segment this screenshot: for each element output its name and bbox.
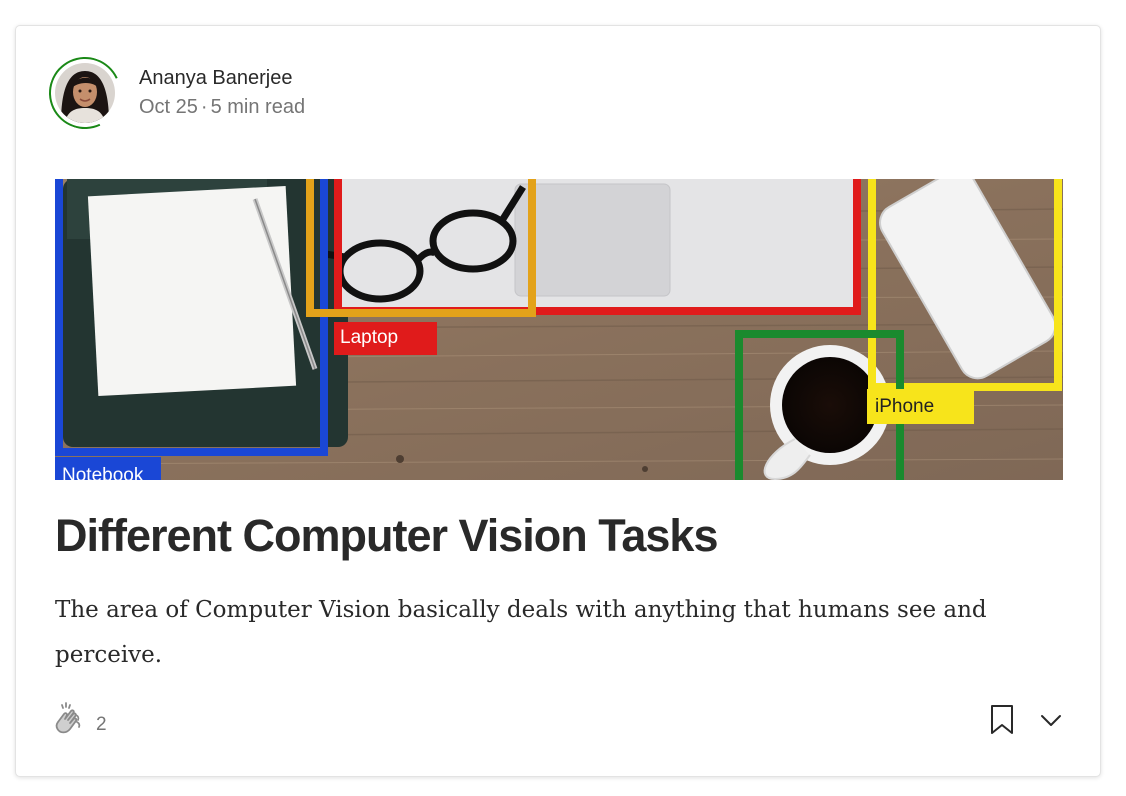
post-date[interactable]: Oct 25 — [139, 96, 198, 118]
iphone-label: iPhone — [875, 396, 934, 417]
author-name[interactable]: Ananya Banerjee — [139, 64, 305, 92]
article-hero-image[interactable]: Notebook Laptop iPhone — [55, 179, 1063, 480]
avatar-ring[interactable] — [38, 46, 132, 140]
bookmark-icon[interactable] — [989, 703, 1015, 737]
avatar[interactable] — [55, 63, 115, 123]
article-title[interactable]: Different Computer Vision Tasks — [55, 510, 1065, 562]
notebook-object — [63, 179, 348, 447]
article-subtitle[interactable]: The area of Computer Vision basically de… — [55, 588, 1055, 678]
article-card[interactable]: Ananya Banerjee Oct 25 · 5 min read Note… — [15, 25, 1101, 777]
laptop-object — [338, 179, 858, 312]
clap-icon[interactable] — [49, 701, 89, 741]
meta-separator: · — [200, 96, 208, 118]
post-meta: Oct 25 · 5 min read — [139, 92, 305, 122]
clap-count: 2 — [96, 714, 107, 735]
read-time: 5 min read — [210, 96, 306, 118]
laptop-label: Laptop — [340, 327, 398, 348]
chevron-down-icon[interactable] — [1038, 707, 1064, 733]
author-block: Ananya Banerjee Oct 25 · 5 min read — [38, 46, 305, 140]
article-footer: 2 — [49, 699, 1069, 739]
notebook-label: Notebook — [62, 465, 144, 480]
